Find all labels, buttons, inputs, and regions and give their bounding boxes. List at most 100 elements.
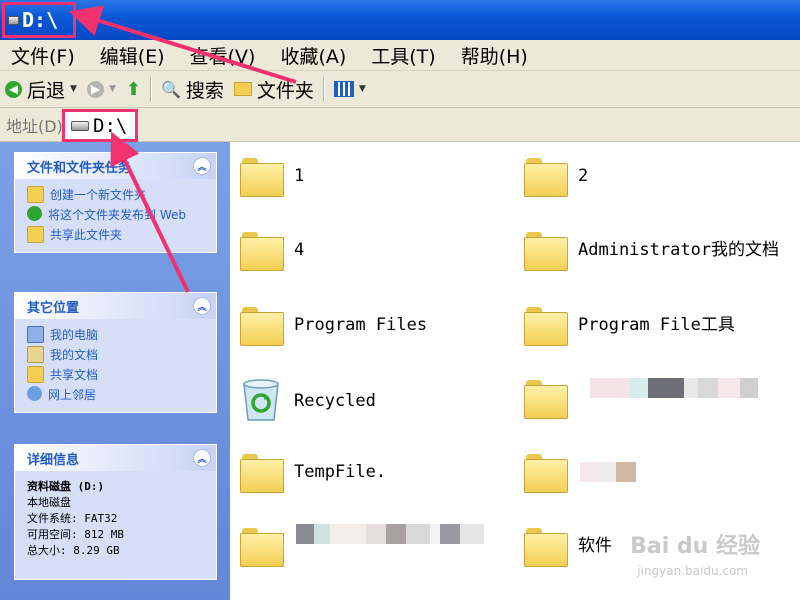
folder-item-2[interactable]: 2 xyxy=(524,156,589,197)
item-label: 软件 xyxy=(578,536,612,556)
place-my-documents[interactable]: 我的文档 xyxy=(27,346,208,363)
task-publish-web[interactable]: 将这个文件夹发布到 Web xyxy=(27,206,208,223)
item-label: 4 xyxy=(294,240,305,260)
share-folder-icon xyxy=(27,226,44,243)
place-my-computer[interactable]: 我的电脑 xyxy=(27,326,208,343)
address-value: D:\ xyxy=(93,114,128,137)
blurred-label-mask xyxy=(296,524,484,544)
back-label: 后退 xyxy=(27,79,66,102)
search-icon: 🔍 xyxy=(160,79,181,99)
file-tasks-panel: 文件和文件夹任务 ︽ 创建一个新文件夹 将这个文件夹发布到 Web 共享此文件夹 xyxy=(14,152,217,253)
other-places-header[interactable]: 其它位置 ︽ xyxy=(15,293,216,319)
task-share-folder[interactable]: 共享此文件夹 xyxy=(27,226,208,243)
address-bar: 地址(D) D:\ xyxy=(0,108,800,142)
up-folder-icon: ⬆ xyxy=(125,78,141,100)
globe-icon xyxy=(27,206,42,221)
address-input[interactable]: D:\ xyxy=(62,109,138,142)
task-label: 共享此文件夹 xyxy=(50,228,123,242)
views-dropdown-icon[interactable]: ▼ xyxy=(359,84,366,94)
free-space: 可用空间: 812 MB xyxy=(27,528,124,541)
drive-name: 资料磁盘 (D:) xyxy=(27,480,105,493)
place-label: 网上邻居 xyxy=(48,388,97,402)
folder-item-recycled[interactable]: Recycled xyxy=(238,378,376,424)
folder-item-1[interactable]: 1 xyxy=(240,156,305,197)
views-button[interactable]: ▼ xyxy=(329,73,371,105)
toolbar-separator xyxy=(149,76,152,102)
task-new-folder[interactable]: 创建一个新文件夹 xyxy=(27,186,208,203)
search-button[interactable]: 🔍 搜索 xyxy=(156,73,229,105)
place-network[interactable]: 网上邻居 xyxy=(27,386,208,403)
folder-icon xyxy=(240,230,284,271)
folder-icon xyxy=(524,230,568,271)
item-label: Program Files xyxy=(294,315,428,335)
folder-icon xyxy=(240,156,284,197)
menu-tools[interactable]: 工具(T) xyxy=(360,42,446,69)
folder-item-tempfile[interactable]: TempFile. xyxy=(240,452,386,493)
back-button[interactable]: ◀ 后退 ▼ xyxy=(0,73,82,105)
drive-icon xyxy=(8,15,19,25)
network-icon xyxy=(27,386,42,401)
task-label: 创建一个新文件夹 xyxy=(50,188,147,202)
other-places-panel: 其它位置 ︽ 我的电脑 我的文档 共享文档 网上邻居 xyxy=(14,292,217,413)
documents-icon xyxy=(27,346,44,363)
collapse-icon[interactable]: ︽ xyxy=(193,449,211,467)
panel-title: 文件和文件夹任务 xyxy=(27,160,132,176)
title-bar: D:\ xyxy=(0,0,800,40)
panel-title: 详细信息 xyxy=(27,452,80,468)
item-label: Administrator我的文档 xyxy=(578,240,780,260)
folder-icon xyxy=(524,378,568,419)
menu-view[interactable]: 查看(V) xyxy=(179,42,267,69)
task-label: 将这个文件夹发布到 Web xyxy=(48,208,186,222)
folder-item-software[interactable]: 软件 xyxy=(524,526,612,567)
folder-icon xyxy=(240,305,284,346)
file-system: 文件系统: FAT32 xyxy=(27,512,118,525)
menu-edit[interactable]: 编辑(E) xyxy=(89,42,176,69)
forward-dropdown-icon[interactable]: ▼ xyxy=(109,84,116,94)
watermark-url: jingyan.baidu.com xyxy=(637,564,748,578)
folder-item-4[interactable]: 4 xyxy=(240,230,305,271)
panel-title: 其它位置 xyxy=(27,300,80,316)
place-label: 我的文档 xyxy=(50,348,99,362)
menu-bar: 文件(F) 编辑(E) 查看(V) 收藏(A) 工具(T) 帮助(H) xyxy=(0,40,800,71)
watermark-brand: Bai du 经验 xyxy=(630,534,760,559)
back-arrow-icon: ◀ xyxy=(5,80,22,98)
views-icon xyxy=(333,81,354,97)
up-button[interactable]: ⬆ xyxy=(121,73,146,105)
menu-favorites[interactable]: 收藏(A) xyxy=(269,42,357,69)
menu-help[interactable]: 帮助(H) xyxy=(450,42,539,69)
menu-file[interactable]: 文件(F) xyxy=(0,42,86,69)
total-size: 总大小: 8.29 GB xyxy=(27,544,120,557)
folder-icon xyxy=(524,156,568,197)
file-list: 1 2 4 Administrator我的文档 Program Files Pr… xyxy=(230,142,800,600)
back-dropdown-icon[interactable]: ▼ xyxy=(70,84,77,94)
details-header[interactable]: 详细信息 ︽ xyxy=(15,445,216,471)
window-title: D:\ xyxy=(22,8,59,32)
folders-button[interactable]: 文件夹 xyxy=(229,73,319,105)
folder-item-program-tools[interactable]: Program File工具 xyxy=(524,305,735,346)
collapse-icon[interactable]: ︽ xyxy=(193,157,211,175)
recycle-bin-icon xyxy=(243,379,279,421)
drive-icon xyxy=(71,120,89,131)
folder-item-blurred-2[interactable] xyxy=(524,452,578,493)
folders-label: 文件夹 xyxy=(256,79,314,102)
address-label: 地址(D) xyxy=(6,116,63,136)
folder-icon xyxy=(524,452,568,493)
item-label: 1 xyxy=(294,166,305,186)
task-pane: 文件和文件夹任务 ︽ 创建一个新文件夹 将这个文件夹发布到 Web 共享此文件夹… xyxy=(0,142,230,600)
folder-item-admin-docs[interactable]: Administrator我的文档 xyxy=(524,230,793,271)
folder-item-blurred-1[interactable] xyxy=(524,378,578,419)
details-panel: 详细信息 ︽ 资料磁盘 (D:) 本地磁盘 文件系统: FAT32 可用空间: … xyxy=(14,444,217,580)
place-shared-documents[interactable]: 共享文档 xyxy=(27,366,208,383)
file-tasks-header[interactable]: 文件和文件夹任务 ︽ xyxy=(15,153,216,179)
place-label: 共享文档 xyxy=(50,368,99,382)
item-label: Program File工具 xyxy=(578,315,735,335)
folder-item-blurred-3[interactable] xyxy=(240,526,294,567)
item-label: 2 xyxy=(578,166,589,186)
collapse-icon[interactable]: ︽ xyxy=(193,297,211,315)
new-folder-icon xyxy=(27,186,44,203)
toolbar-separator xyxy=(322,76,325,102)
title-highlight-box: D:\ xyxy=(2,2,76,38)
folder-item-program-files[interactable]: Program Files xyxy=(240,305,428,346)
forward-button[interactable]: ▶ ▼ xyxy=(82,73,121,105)
search-label: 搜索 xyxy=(185,79,224,102)
